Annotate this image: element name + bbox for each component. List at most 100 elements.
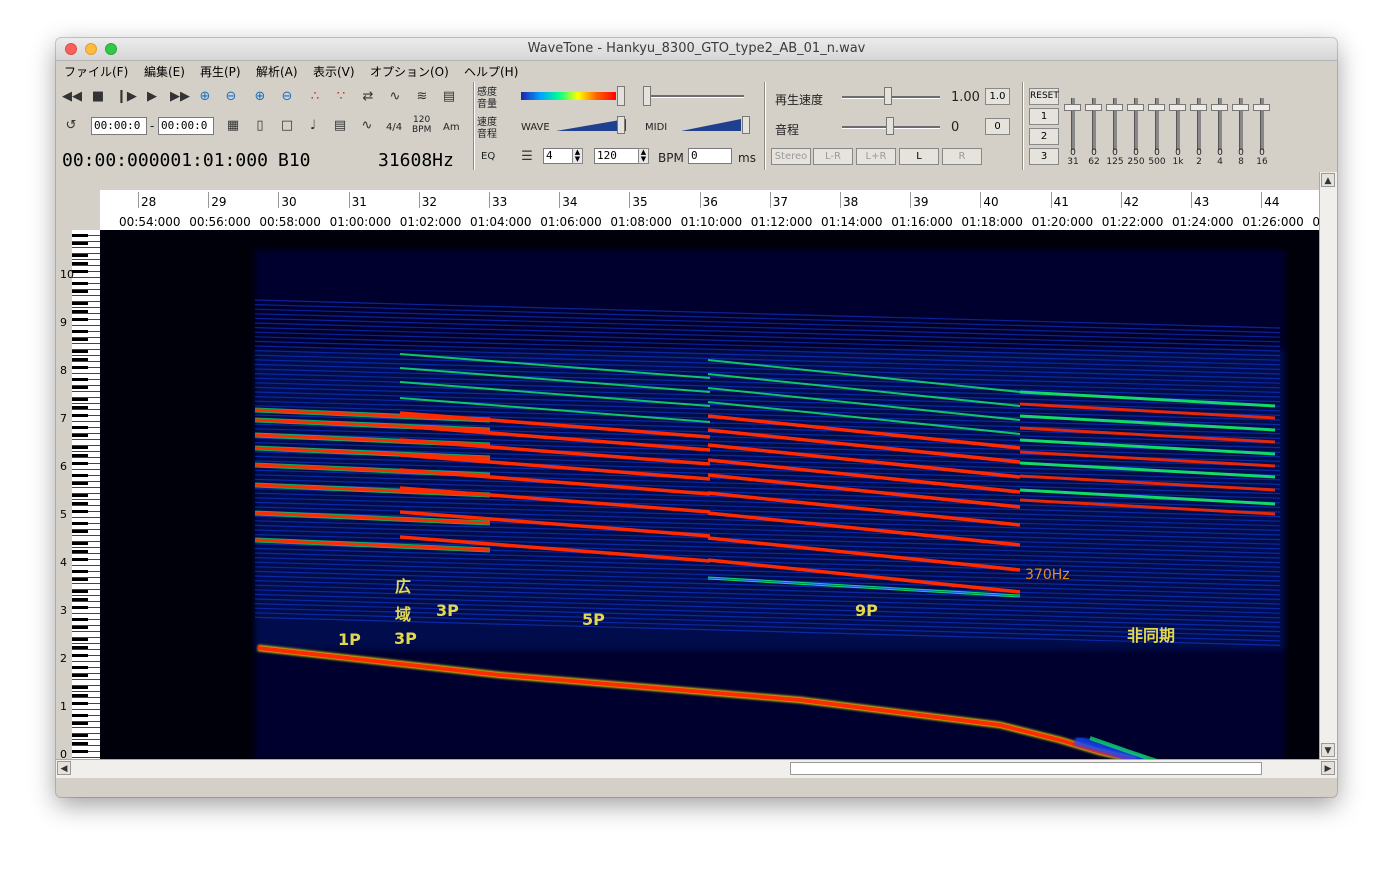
eq-preset-3-button[interactable]: 3 [1029,148,1059,165]
scroll-up-icon[interactable]: ▲ [1321,173,1335,187]
piano-black-key[interactable] [72,722,88,725]
piano-black-key[interactable] [72,618,88,621]
beats-spinner[interactable]: ▲ ▼ [572,148,583,164]
eq-slider-thumb[interactable] [1148,104,1165,111]
select-box-icon[interactable]: □ [278,117,296,135]
wave-volume-ramp[interactable] [556,119,626,131]
piano-black-key[interactable] [72,434,88,437]
eq-preset-1-button[interactable]: 1 [1029,108,1059,125]
volume-slider-thumb[interactable] [643,86,651,106]
bpm-top-label[interactable]: 120 [413,115,430,125]
piano-black-key[interactable] [72,282,88,285]
piano-black-key[interactable] [72,270,88,273]
end-time-input[interactable]: 00:00:0 [158,117,214,135]
piano-black-key[interactable] [72,626,88,629]
menu-help[interactable]: ヘルプ(H) [464,63,518,80]
piano-black-key[interactable] [72,290,88,293]
step-icon[interactable]: ❙▶ [116,88,137,106]
piano-black-key[interactable] [72,414,88,417]
loop-arrows-icon[interactable]: ⇄ [359,88,377,106]
piano-black-key[interactable] [72,330,88,333]
eq-slider-thumb[interactable] [1253,104,1270,111]
channel-r-button[interactable]: R [942,148,982,165]
beats-input[interactable]: 4 [543,148,573,164]
piano-black-key[interactable] [72,482,88,485]
eq-label[interactable]: EQ [481,151,495,162]
piano-black-key[interactable] [72,646,88,649]
scroll-down-icon[interactable]: ▼ [1321,743,1335,757]
piano-black-key[interactable] [72,350,88,353]
piano-black-key[interactable] [72,674,88,677]
loop-icon[interactable]: ↺ [62,117,80,135]
fast-forward-icon[interactable]: ▶▶ [170,88,190,106]
rewind-icon[interactable]: ◀◀ [62,88,82,106]
piano-keyboard[interactable]: 10 9 8 7 6 5 4 3 2 1 0 [56,230,100,759]
tempo-input[interactable]: 120 [594,148,642,164]
eq-preset-2-button[interactable]: 2 [1029,128,1059,145]
eq-slider-thumb[interactable] [1106,104,1123,111]
marker-range-icon[interactable]: ∵ [332,88,350,106]
pitch-thumb[interactable] [886,117,894,135]
piano-black-key[interactable] [72,558,88,561]
menu-play[interactable]: 再生(P) [200,63,241,80]
zoom-in-vertical-icon[interactable]: ⊕ [251,88,269,106]
volume-slider-track[interactable] [644,95,744,98]
wave-volume-thumb[interactable] [617,116,625,134]
piano-black-key[interactable] [72,302,88,305]
piano-black-key[interactable] [72,598,88,601]
pencil-icon[interactable]: ▯ [251,117,269,135]
scroll-right-icon[interactable]: ▶ [1321,761,1335,775]
table-icon[interactable]: ▤ [331,117,349,135]
menu-edit[interactable]: 編集(E) [144,63,185,80]
menu-analyze[interactable]: 解析(A) [256,63,298,80]
piano-black-key[interactable] [72,474,88,477]
channel-l-button[interactable]: L [899,148,939,165]
vertical-scrollbar[interactable]: ▲ ▼ [1319,172,1337,759]
piano-black-key[interactable] [72,358,88,361]
tempo-spinner[interactable]: ▲ ▼ [638,148,649,164]
waveform-alt-icon[interactable]: ≋ [413,88,431,106]
piano-black-key[interactable] [72,426,88,429]
zoom-out-icon[interactable]: ⊖ [222,88,240,106]
menu-options[interactable]: オプション(O) [370,63,449,80]
eq-slider-thumb[interactable] [1064,104,1081,111]
spectrogram-view[interactable]: 1P 広 域 3P 3P 5P 9P 370Hz 非同期 [100,230,1319,759]
horizontal-scroll-thumb[interactable] [790,762,1262,775]
chord-label[interactable]: Am [443,122,460,133]
timeline-ruler[interactable]: 28 29 30 31 32 33 34 35 36 37 38 39 40 41 42 43 44 00:54:… [100,190,1320,230]
piano-black-key[interactable] [72,398,88,401]
piano-black-key[interactable] [72,446,88,449]
pitch-reset-button[interactable]: 0 [985,118,1010,135]
book-icon[interactable]: ▤ [440,88,458,106]
scroll-left-icon[interactable]: ◀ [57,761,71,775]
piano-black-key[interactable] [72,694,88,697]
piano-black-key[interactable] [72,310,88,313]
eq-slider-thumb[interactable] [1127,104,1144,111]
piano-black-key[interactable] [72,590,88,593]
playback-speed-thumb[interactable] [884,87,892,105]
speed-reset-button[interactable]: 1.0 [985,88,1010,105]
eq-slider-thumb[interactable] [1169,104,1186,111]
bpm-bottom-label[interactable]: BPM [412,125,431,135]
piano-black-key[interactable] [72,686,88,689]
channel-stereo-button[interactable]: Stereo [771,148,811,165]
piano-black-key[interactable] [72,750,88,753]
channel-l-plus-r-button[interactable]: L+R [856,148,896,165]
menu-file[interactable]: ファイル(F) [64,63,128,80]
waveform-icon[interactable]: ∿ [386,88,404,106]
menu-view[interactable]: 表示(V) [313,63,355,80]
piano-black-key[interactable] [72,530,88,533]
piano-black-key[interactable] [72,378,88,381]
piano-black-key[interactable] [72,454,88,457]
piano-black-key[interactable] [72,702,88,705]
sensitivity-slider-thumb[interactable] [617,86,625,106]
curve-icon[interactable]: ∿ [358,117,376,135]
channel-l-minus-r-button[interactable]: L-R [813,148,853,165]
offset-ms-input[interactable]: 0 [688,148,732,164]
piano-black-key[interactable] [72,638,88,641]
piano-black-key[interactable] [72,570,88,573]
piano-black-key[interactable] [72,494,88,497]
eq-slider-thumb[interactable] [1085,104,1102,111]
horizontal-scrollbar[interactable]: ◀ ▶ [56,759,1337,778]
grid-icon[interactable]: ▦ [224,117,242,135]
